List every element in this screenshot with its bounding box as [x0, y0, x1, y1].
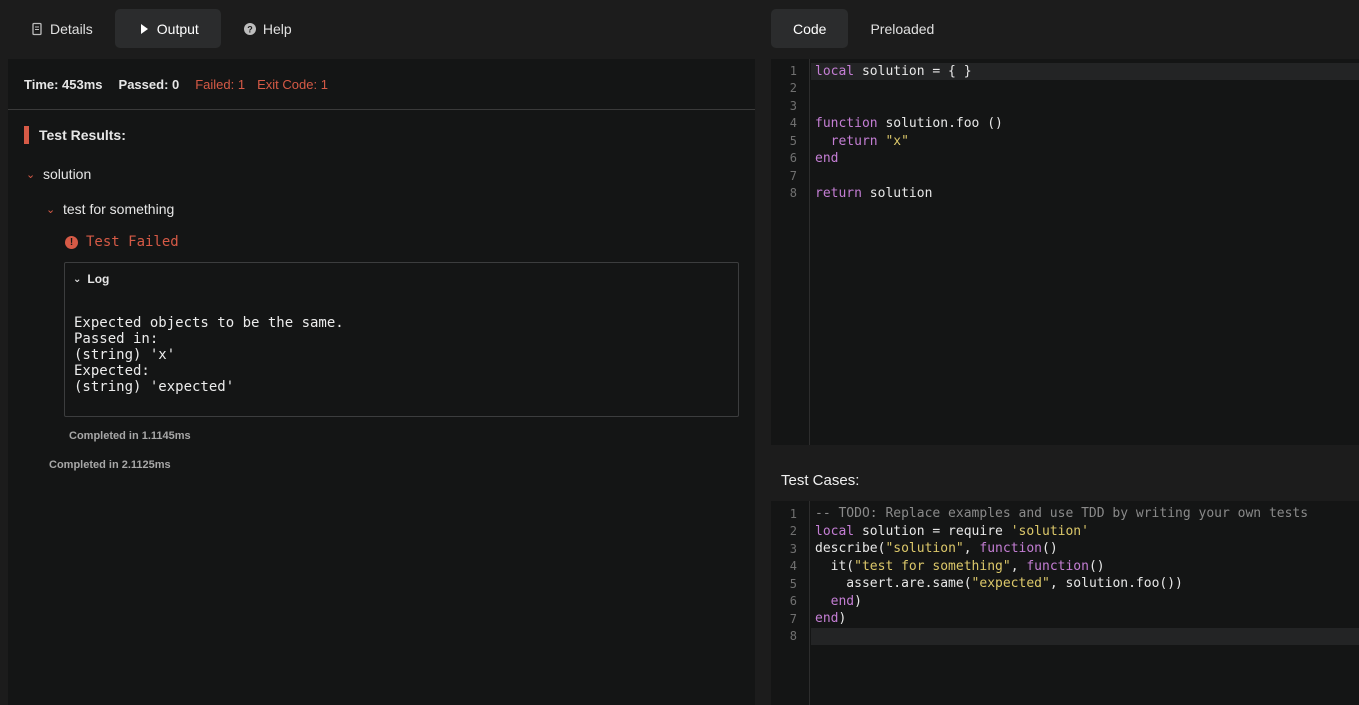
line-number: 3 [789, 542, 797, 556]
log-toggle[interactable]: ⌄ Log [73, 272, 109, 286]
line-number: 7 [789, 612, 797, 626]
test-cases-editor[interactable]: 1 2 3 4 5 6 7 8 -- TODO: Replace example… [771, 501, 1359, 705]
test-code-line[interactable]: -- TODO: Replace examples and use TDD by… [815, 505, 1308, 522]
line-number: 4 [789, 116, 797, 130]
tab-output-label: Output [156, 20, 199, 37]
test-cases-title: Test Cases: [781, 472, 860, 489]
line-number: 7 [789, 169, 797, 183]
document-icon [32, 22, 42, 35]
passed-stat: Passed: 0 [118, 76, 180, 92]
log-line: (string) 'expected' [74, 379, 235, 395]
log-block: ⌄ Log Expected objects to be the same. Pa… [64, 262, 739, 417]
run-summary: Time: 453ms Passed: 0 Failed: 1 Exit Cod… [8, 59, 755, 110]
line-number: 4 [789, 559, 797, 573]
test-output: Time: 453ms Passed: 0 Failed: 1 Exit Cod… [8, 59, 755, 705]
suite-label: solution [43, 166, 92, 182]
tab-details-label: Details [50, 20, 93, 37]
log-line: (string) 'x' [74, 347, 176, 363]
tab-code[interactable]: Code [771, 9, 849, 48]
test-code-line[interactable]: end) [815, 593, 862, 610]
suite-completed-time: Completed in 2.1125ms [49, 459, 171, 471]
log-line: Passed in: [74, 331, 159, 347]
test-code-line[interactable]: end) [815, 610, 846, 627]
line-number: 5 [789, 134, 797, 148]
code-line[interactable]: end [815, 150, 838, 167]
test-node[interactable]: ⌄ test for something [46, 201, 174, 217]
test-results-title: Test Results: [39, 127, 126, 143]
suite-node-solution[interactable]: ⌄ solution [26, 166, 91, 182]
error-icon: ! [65, 235, 78, 249]
left-tab-bar: Details Output ? Help [8, 9, 314, 48]
chevron-down-icon: ⌄ [26, 168, 36, 181]
tab-output[interactable]: Output [114, 9, 221, 48]
log-output: Expected objects to be the same. Passed i… [74, 315, 344, 395]
line-number-gutter: 1 2 3 4 5 6 7 8 [771, 59, 810, 445]
log-line: Expected: [74, 363, 150, 379]
right-tab-bar: Code Preloaded [771, 9, 956, 48]
editor-panel: Code Preloaded 1 2 3 4 5 6 7 8 local sol… [763, 0, 1359, 705]
code-line[interactable]: return solution [815, 185, 932, 202]
line-number: 6 [789, 151, 797, 165]
line-number-gutter: 1 2 3 4 5 6 7 8 [771, 501, 810, 705]
line-number: 8 [789, 629, 797, 643]
tab-details[interactable]: Details [8, 9, 115, 48]
line-number: 3 [789, 99, 797, 113]
line-number: 8 [789, 186, 797, 200]
test-completed-time: Completed in 1.1145ms [69, 430, 191, 442]
test-code-line[interactable]: local solution = require 'solution' [815, 523, 1089, 540]
code-line[interactable]: return "x" [815, 133, 909, 150]
log-line: Expected objects to be the same. [74, 315, 344, 331]
failed-stat: Failed: 1 [195, 76, 246, 92]
tab-preloaded[interactable]: Preloaded [848, 9, 956, 48]
chevron-down-icon: ⌄ [46, 203, 56, 216]
line-number: 6 [789, 594, 797, 608]
test-code-line[interactable]: assert.are.same("expected", solution.foo… [815, 575, 1183, 592]
tab-help-label: Help [262, 20, 292, 37]
tab-help[interactable]: ? Help [221, 9, 314, 48]
code-editor[interactable]: 1 2 3 4 5 6 7 8 local solution = { } fun… [771, 59, 1359, 445]
test-code-line[interactable]: it("test for something", function() [815, 558, 1105, 575]
active-line-highlight [811, 628, 1359, 645]
test-code-line[interactable]: describe("solution", function() [815, 540, 1058, 557]
line-number: 2 [789, 524, 797, 538]
chevron-down-icon: ⌄ [73, 273, 82, 285]
svg-text:?: ? [247, 24, 253, 34]
line-number: 1 [789, 507, 797, 521]
play-icon [140, 23, 148, 34]
test-results-heading: Test Results: [24, 126, 126, 144]
time-stat: Time: 453ms [24, 76, 103, 92]
line-number: 5 [789, 577, 797, 591]
code-line[interactable]: local solution = { } [815, 63, 972, 80]
exit-code-stat: Exit Code: 1 [257, 76, 328, 92]
log-label: Log [87, 272, 110, 286]
test-label: test for something [63, 201, 175, 217]
line-number: 1 [789, 64, 797, 78]
heading-accent-bar [24, 126, 29, 144]
test-failed-label: Test Failed [86, 234, 179, 250]
test-failed-status: ! Test Failed [65, 234, 179, 250]
code-line[interactable]: function solution.foo () [815, 115, 1003, 132]
line-number: 2 [789, 81, 797, 95]
help-icon: ? [243, 22, 256, 35]
output-panel: Details Output ? Help Time: 453ms Passed… [0, 0, 763, 705]
